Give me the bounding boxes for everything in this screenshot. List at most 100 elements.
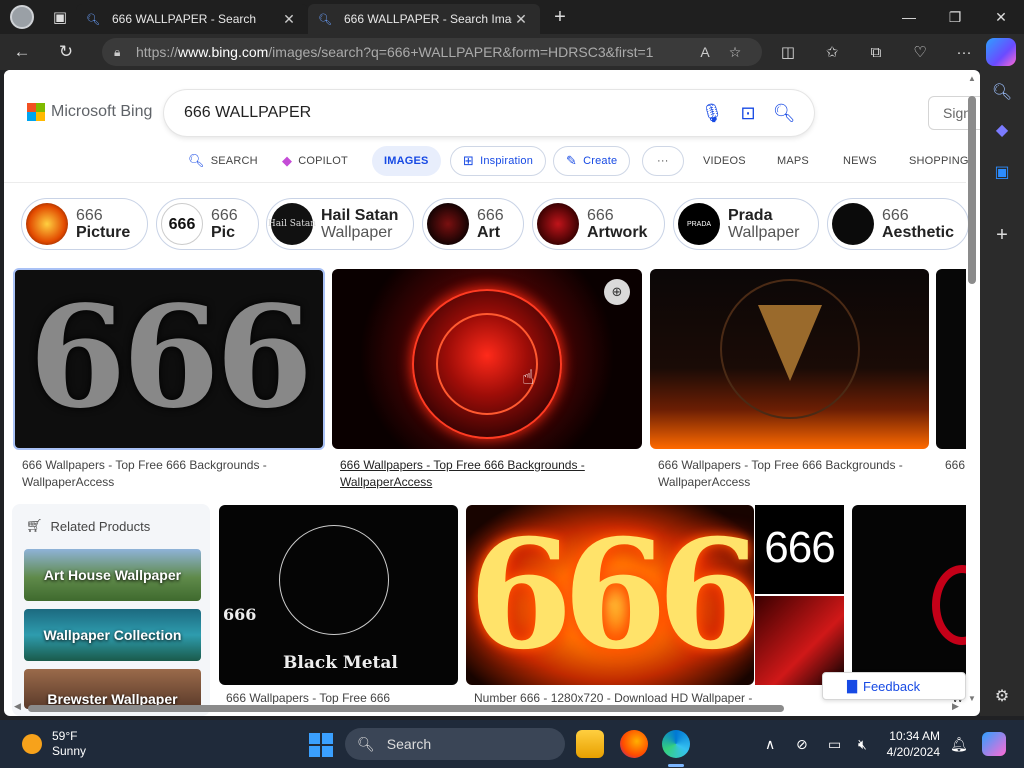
scope-more[interactable]: ··· bbox=[642, 146, 684, 176]
related-products-header: 🛒︎ Related Products bbox=[26, 518, 151, 534]
close-window-icon[interactable]: ✕ bbox=[978, 0, 1024, 34]
chip-666-artwork[interactable]: 666 Artwork bbox=[532, 198, 665, 250]
file-explorer-icon[interactable] bbox=[576, 730, 604, 758]
read-aloud-icon[interactable]: A bbox=[690, 44, 720, 60]
visual-search-overlay-icon[interactable]: ⊕ bbox=[604, 279, 630, 305]
scope-images[interactable]: IMAGES bbox=[372, 146, 441, 176]
lock-icon[interactable]: 🔒︎ bbox=[114, 45, 136, 60]
image-goat-shape bbox=[758, 305, 822, 381]
scroll-down-icon[interactable]: ▼ bbox=[968, 694, 976, 703]
microsoft-logo-icon bbox=[27, 103, 45, 121]
chip-666-art[interactable]: 666 Art bbox=[422, 198, 524, 250]
result-caption-1[interactable]: 666 Wallpapers - Top Free 666 Background… bbox=[22, 457, 322, 491]
scope-create[interactable]: ✎ Create bbox=[553, 146, 631, 176]
display-icon[interactable]: ▭ bbox=[828, 720, 841, 768]
favorite-star-icon[interactable]: ☆ bbox=[720, 44, 750, 61]
weather-widget[interactable]: 59°F Sunny bbox=[22, 729, 86, 759]
tray-chevron-icon[interactable]: ∧ bbox=[765, 720, 775, 768]
outlook-icon[interactable]: ▣ bbox=[980, 162, 1024, 182]
result-image-4[interactable] bbox=[936, 269, 966, 449]
scope-search[interactable]: 🔍︎ SEARCH bbox=[188, 146, 258, 176]
search-box[interactable]: 666 WALLPAPER 🎙︎ ⊡ 🔍︎ bbox=[164, 90, 814, 136]
scope-maps[interactable]: MAPS bbox=[777, 146, 809, 176]
window-controls: — ❐ ✕ bbox=[886, 0, 1024, 34]
page-viewport: Microsoft Bing 666 WALLPAPER 🎙︎ ⊡ 🔍︎ Sig… bbox=[4, 70, 980, 716]
network-off-icon[interactable]: ⊘ bbox=[796, 720, 808, 768]
bing-logo[interactable]: Microsoft Bing bbox=[27, 103, 152, 121]
collections-icon[interactable]: ⧉ bbox=[854, 34, 898, 70]
active-app-indicator bbox=[668, 764, 684, 767]
favorites-icon[interactable]: ✩ bbox=[810, 34, 854, 70]
chip-666-pic[interactable]: 666 666 Pic bbox=[156, 198, 259, 250]
scope-videos[interactable]: VIDEOS bbox=[703, 146, 746, 176]
chip-prada-wallpaper[interactable]: PRADA Prada Wallpaper bbox=[673, 198, 819, 250]
scope-inspiration[interactable]: ⊞ Inspiration bbox=[450, 146, 547, 176]
related-product-art-house[interactable]: Art House Wallpaper bbox=[24, 549, 201, 601]
settings-gear-icon[interactable]: ⚙ bbox=[980, 686, 1024, 706]
tab-search[interactable]: 🔍︎ 666 WALLPAPER - Search ✕ bbox=[76, 4, 308, 34]
system-clock[interactable]: 10:34 AM 4/20/2024 bbox=[884, 728, 940, 760]
chip-hail-satan-wallpaper[interactable]: Hail Satan Hail Satan Wallpaper bbox=[266, 198, 414, 250]
minimize-icon[interactable]: — bbox=[886, 0, 932, 34]
tab-images[interactable]: 🔍︎ 666 WALLPAPER - Search Images ✕ bbox=[308, 4, 540, 34]
feedback-button[interactable]: ▇ Feedback bbox=[822, 672, 966, 700]
scroll-up-icon[interactable]: ▲ bbox=[968, 74, 976, 83]
chip-666-aesthetic[interactable]: 666 Aesthetic bbox=[827, 198, 969, 250]
copilot-taskbar-icon[interactable] bbox=[982, 732, 1006, 756]
horizontal-scrollbar[interactable]: ◀ ▶ bbox=[14, 701, 964, 713]
visual-search-icon[interactable]: ⊡ bbox=[730, 103, 766, 124]
sidebar-search-icon[interactable]: 🔍︎ bbox=[980, 82, 1024, 102]
scope-shopping[interactable]: SHOPPING bbox=[909, 146, 969, 176]
result-caption-3[interactable]: 666 Wallpapers - Top Free 666 Background… bbox=[658, 457, 928, 491]
split-screen-icon[interactable]: ◫ bbox=[766, 34, 810, 70]
search-input[interactable]: 666 WALLPAPER bbox=[184, 104, 694, 122]
copilot-sidebar-icon[interactable]: ◆ bbox=[980, 120, 1024, 140]
result-image-6[interactable]: 666 bbox=[466, 505, 754, 685]
result-image-1[interactable]: 666 bbox=[13, 268, 325, 450]
result-image-3[interactable] bbox=[650, 269, 929, 449]
volume-muted-icon[interactable]: 🔇︎ bbox=[858, 720, 867, 768]
taskbar-search[interactable]: 🔍︎ Search bbox=[345, 728, 565, 760]
chip-666-picture[interactable]: 666 Picture bbox=[21, 198, 148, 250]
new-tab-button[interactable]: + bbox=[540, 0, 580, 34]
refresh-button[interactable]: ↻ bbox=[44, 34, 88, 70]
close-icon[interactable]: ✕ bbox=[512, 11, 530, 28]
windows-start-icon[interactable] bbox=[309, 733, 333, 757]
related-product-wallpaper-collection[interactable]: Wallpaper Collection bbox=[24, 609, 201, 661]
create-icon: ✎ bbox=[566, 153, 578, 168]
edge-icon[interactable] bbox=[662, 730, 690, 758]
performance-icon[interactable]: ♡ bbox=[898, 34, 942, 70]
search-icon[interactable]: 🔍︎ bbox=[766, 103, 802, 124]
more-menu-icon[interactable]: ··· bbox=[942, 34, 986, 70]
copilot-icon: ◆ bbox=[282, 153, 293, 168]
back-button[interactable]: ← bbox=[0, 34, 44, 70]
search-icon: 🔍︎ bbox=[357, 735, 375, 752]
result-image-9[interactable] bbox=[852, 505, 966, 685]
firefox-icon[interactable] bbox=[620, 730, 648, 758]
image-art-text: 666 bbox=[223, 605, 257, 624]
avatar bbox=[10, 5, 34, 29]
result-image-5[interactable]: 666 Black Metal bbox=[219, 505, 458, 685]
scroll-left-icon[interactable]: ◀ bbox=[14, 701, 21, 712]
restore-icon[interactable]: ❐ bbox=[932, 0, 978, 34]
result-caption-4[interactable]: 666 bbox=[945, 457, 967, 474]
copilot-icon[interactable] bbox=[986, 38, 1016, 66]
profile-button[interactable] bbox=[0, 0, 44, 34]
close-icon[interactable]: ✕ bbox=[280, 11, 298, 28]
vertical-scrollbar[interactable]: ▲ ▼ bbox=[968, 74, 976, 704]
notifications-bell-icon[interactable]: 🔔︎ bbox=[950, 720, 968, 768]
scroll-right-icon[interactable]: ▶ bbox=[952, 701, 959, 712]
horizontal-scroll-thumb[interactable] bbox=[28, 705, 784, 712]
vertical-scroll-thumb[interactable] bbox=[968, 96, 976, 284]
chip-thumbnail bbox=[427, 203, 469, 245]
scope-copilot[interactable]: ◆ COPILOT bbox=[282, 146, 348, 176]
sun-icon bbox=[22, 734, 42, 754]
microphone-icon[interactable]: 🎙︎ bbox=[694, 103, 730, 124]
result-image-2[interactable]: ⊕ ☝ bbox=[332, 269, 642, 449]
add-sidebar-icon[interactable]: + bbox=[980, 224, 1024, 247]
address-bar[interactable]: 🔒︎ https://www.bing.com/images/search?q=… bbox=[102, 38, 762, 66]
result-caption-2[interactable]: 666 Wallpapers - Top Free 666 Background… bbox=[340, 457, 640, 491]
result-image-7[interactable]: 666 bbox=[755, 505, 844, 594]
scope-news[interactable]: NEWS bbox=[843, 146, 877, 176]
tab-actions-icon[interactable]: ▣ bbox=[44, 0, 76, 34]
